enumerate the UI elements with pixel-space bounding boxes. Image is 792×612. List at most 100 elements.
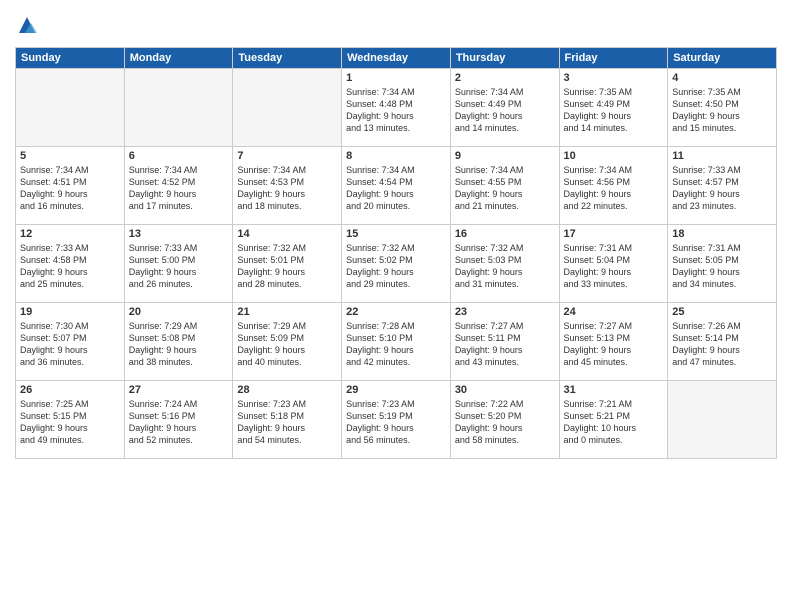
day-info: Sunrise: 7:33 AM Sunset: 4:57 PM Dayligh…	[672, 164, 772, 213]
calendar-day-cell: 26Sunrise: 7:25 AM Sunset: 5:15 PM Dayli…	[16, 381, 125, 459]
day-number: 4	[672, 72, 772, 84]
calendar-day-cell: 28 Sunrise: 7:23 AM Sunset: 5:18 PM Dayli…	[233, 381, 342, 459]
day-number: 15	[346, 228, 446, 240]
day-info: Sunrise: 7:34 AM Sunset: 4:56 PM Dayligh…	[564, 164, 664, 213]
calendar-day-cell: 4 Sunrise: 7:35 AM Sunset: 4:50 PM Daylig…	[668, 69, 777, 147]
day-number: 29	[346, 384, 446, 396]
calendar-day-cell: 12 Sunrise: 7:33 AM Sunset: 4:58 PM Dayli…	[16, 225, 125, 303]
day-info: Sunrise: 7:21 AM Sunset: 5:21 PM Dayligh…	[564, 398, 664, 447]
logo	[15, 15, 43, 39]
day-info: Sunrise: 7:22 AM Sunset: 5:20 PM Dayligh…	[455, 398, 555, 447]
day-number: 5	[20, 150, 120, 162]
day-info: Sunrise: 7:31 AM Sunset: 5:05 PM Dayligh…	[672, 242, 772, 291]
calendar-day-cell: 3 Sunrise: 7:35 AM Sunset: 4:49 PM Daylig…	[559, 69, 668, 147]
day-number: 13	[129, 228, 229, 240]
calendar-day-cell: 17 Sunrise: 7:31 AM Sunset: 5:04 PM Dayli…	[559, 225, 668, 303]
day-info: Sunrise: 7:32 AM Sunset: 5:03 PM Dayligh…	[455, 242, 555, 291]
calendar-day-cell: 7 Sunrise: 7:34 AM Sunset: 4:53 PM Daylig…	[233, 147, 342, 225]
day-number: 8	[346, 150, 446, 162]
day-info: Sunrise: 7:34 AM Sunset: 4:54 PM Dayligh…	[346, 164, 446, 213]
day-number: 6	[129, 150, 229, 162]
calendar-day-cell: 16 Sunrise: 7:32 AM Sunset: 5:03 PM Dayli…	[450, 225, 559, 303]
calendar-day-cell: 31 Sunrise: 7:21 AM Sunset: 5:21 PM Dayli…	[559, 381, 668, 459]
calendar-day-cell: 1 Sunrise: 7:34 AM Sunset: 4:48 PM Daylig…	[342, 69, 451, 147]
day-number: 31	[564, 384, 664, 396]
day-number: 20	[129, 306, 229, 318]
calendar-week-row: 19 Sunrise: 7:30 AM Sunset: 5:07 PM Dayli…	[16, 303, 777, 381]
calendar-day-cell: 8 Sunrise: 7:34 AM Sunset: 4:54 PM Daylig…	[342, 147, 451, 225]
calendar-day-cell: 29 Sunrise: 7:23 AM Sunset: 5:19 PM Dayli…	[342, 381, 451, 459]
calendar-day-cell: 6 Sunrise: 7:34 AM Sunset: 4:52 PM Daylig…	[124, 147, 233, 225]
day-info: Sunrise: 7:32 AM Sunset: 5:02 PM Dayligh…	[346, 242, 446, 291]
weekday-header-cell: Tuesday	[233, 48, 342, 69]
calendar-day-cell: 23Sunrise: 7:27 AM Sunset: 5:11 PM Dayli…	[450, 303, 559, 381]
calendar-day-cell: 11Sunrise: 7:33 AM Sunset: 4:57 PM Dayli…	[668, 147, 777, 225]
day-number: 25	[672, 306, 772, 318]
day-number: 23	[455, 306, 555, 318]
day-number: 9	[455, 150, 555, 162]
calendar-day-cell: 19 Sunrise: 7:30 AM Sunset: 5:07 PM Dayli…	[16, 303, 125, 381]
calendar-week-row: 12 Sunrise: 7:33 AM Sunset: 4:58 PM Dayli…	[16, 225, 777, 303]
calendar-day-cell: 14Sunrise: 7:32 AM Sunset: 5:01 PM Dayli…	[233, 225, 342, 303]
calendar-day-cell: 27 Sunrise: 7:24 AM Sunset: 5:16 PM Dayli…	[124, 381, 233, 459]
calendar-day-cell: 18 Sunrise: 7:31 AM Sunset: 5:05 PM Dayli…	[668, 225, 777, 303]
calendar-table: SundayMondayTuesdayWednesdayThursdayFrid…	[15, 47, 777, 459]
day-info: Sunrise: 7:31 AM Sunset: 5:04 PM Dayligh…	[564, 242, 664, 291]
calendar-day-cell: 15 Sunrise: 7:32 AM Sunset: 5:02 PM Dayli…	[342, 225, 451, 303]
day-info: Sunrise: 7:28 AM Sunset: 5:10 PM Dayligh…	[346, 320, 446, 369]
calendar-day-cell: 21 Sunrise: 7:29 AM Sunset: 5:09 PM Dayli…	[233, 303, 342, 381]
day-info: Sunrise: 7:30 AM Sunset: 5:07 PM Dayligh…	[20, 320, 120, 369]
calendar-day-cell: 13 Sunrise: 7:33 AM Sunset: 5:00 PM Dayli…	[124, 225, 233, 303]
calendar-week-row: 26Sunrise: 7:25 AM Sunset: 5:15 PM Dayli…	[16, 381, 777, 459]
weekday-header-cell: Monday	[124, 48, 233, 69]
calendar-day-cell: 25Sunrise: 7:26 AM Sunset: 5:14 PM Dayli…	[668, 303, 777, 381]
day-info: Sunrise: 7:34 AM Sunset: 4:55 PM Dayligh…	[455, 164, 555, 213]
weekday-header-cell: Saturday	[668, 48, 777, 69]
day-number: 16	[455, 228, 555, 240]
day-info: Sunrise: 7:29 AM Sunset: 5:08 PM Dayligh…	[129, 320, 229, 369]
header	[15, 15, 777, 39]
day-number: 17	[564, 228, 664, 240]
day-number: 24	[564, 306, 664, 318]
day-info: Sunrise: 7:34 AM Sunset: 4:51 PM Dayligh…	[20, 164, 120, 213]
day-number: 12	[20, 228, 120, 240]
calendar-day-cell: 9 Sunrise: 7:34 AM Sunset: 4:55 PM Daylig…	[450, 147, 559, 225]
day-info: Sunrise: 7:35 AM Sunset: 4:49 PM Dayligh…	[564, 86, 664, 135]
calendar-day-cell	[668, 381, 777, 459]
day-info: Sunrise: 7:35 AM Sunset: 4:50 PM Dayligh…	[672, 86, 772, 135]
calendar-day-cell: 5 Sunrise: 7:34 AM Sunset: 4:51 PM Daylig…	[16, 147, 125, 225]
day-number: 10	[564, 150, 664, 162]
day-info: Sunrise: 7:23 AM Sunset: 5:18 PM Dayligh…	[237, 398, 337, 447]
day-info: Sunrise: 7:34 AM Sunset: 4:52 PM Dayligh…	[129, 164, 229, 213]
calendar-day-cell: 10 Sunrise: 7:34 AM Sunset: 4:56 PM Dayli…	[559, 147, 668, 225]
day-number: 21	[237, 306, 337, 318]
calendar-week-row: 5 Sunrise: 7:34 AM Sunset: 4:51 PM Daylig…	[16, 147, 777, 225]
day-number: 7	[237, 150, 337, 162]
day-info: Sunrise: 7:29 AM Sunset: 5:09 PM Dayligh…	[237, 320, 337, 369]
day-info: Sunrise: 7:32 AM Sunset: 5:01 PM Dayligh…	[237, 242, 337, 291]
day-info: Sunrise: 7:23 AM Sunset: 5:19 PM Dayligh…	[346, 398, 446, 447]
calendar-day-cell: 22 Sunrise: 7:28 AM Sunset: 5:10 PM Dayli…	[342, 303, 451, 381]
day-info: Sunrise: 7:33 AM Sunset: 5:00 PM Dayligh…	[129, 242, 229, 291]
day-number: 1	[346, 72, 446, 84]
day-number: 27	[129, 384, 229, 396]
day-info: Sunrise: 7:33 AM Sunset: 4:58 PM Dayligh…	[20, 242, 120, 291]
day-info: Sunrise: 7:24 AM Sunset: 5:16 PM Dayligh…	[129, 398, 229, 447]
weekday-header-cell: Wednesday	[342, 48, 451, 69]
day-number: 3	[564, 72, 664, 84]
calendar-day-cell	[124, 69, 233, 147]
day-number: 30	[455, 384, 555, 396]
calendar-day-cell	[16, 69, 125, 147]
day-number: 28	[237, 384, 337, 396]
weekday-header-cell: Sunday	[16, 48, 125, 69]
day-number: 18	[672, 228, 772, 240]
day-info: Sunrise: 7:34 AM Sunset: 4:48 PM Dayligh…	[346, 86, 446, 135]
day-info: Sunrise: 7:25 AM Sunset: 5:15 PM Dayligh…	[20, 398, 120, 447]
day-number: 19	[20, 306, 120, 318]
calendar-week-row: 1 Sunrise: 7:34 AM Sunset: 4:48 PM Daylig…	[16, 69, 777, 147]
calendar-day-cell	[233, 69, 342, 147]
day-number: 22	[346, 306, 446, 318]
day-info: Sunrise: 7:34 AM Sunset: 4:53 PM Dayligh…	[237, 164, 337, 213]
day-info: Sunrise: 7:27 AM Sunset: 5:13 PM Dayligh…	[564, 320, 664, 369]
day-info: Sunrise: 7:34 AM Sunset: 4:49 PM Dayligh…	[455, 86, 555, 135]
